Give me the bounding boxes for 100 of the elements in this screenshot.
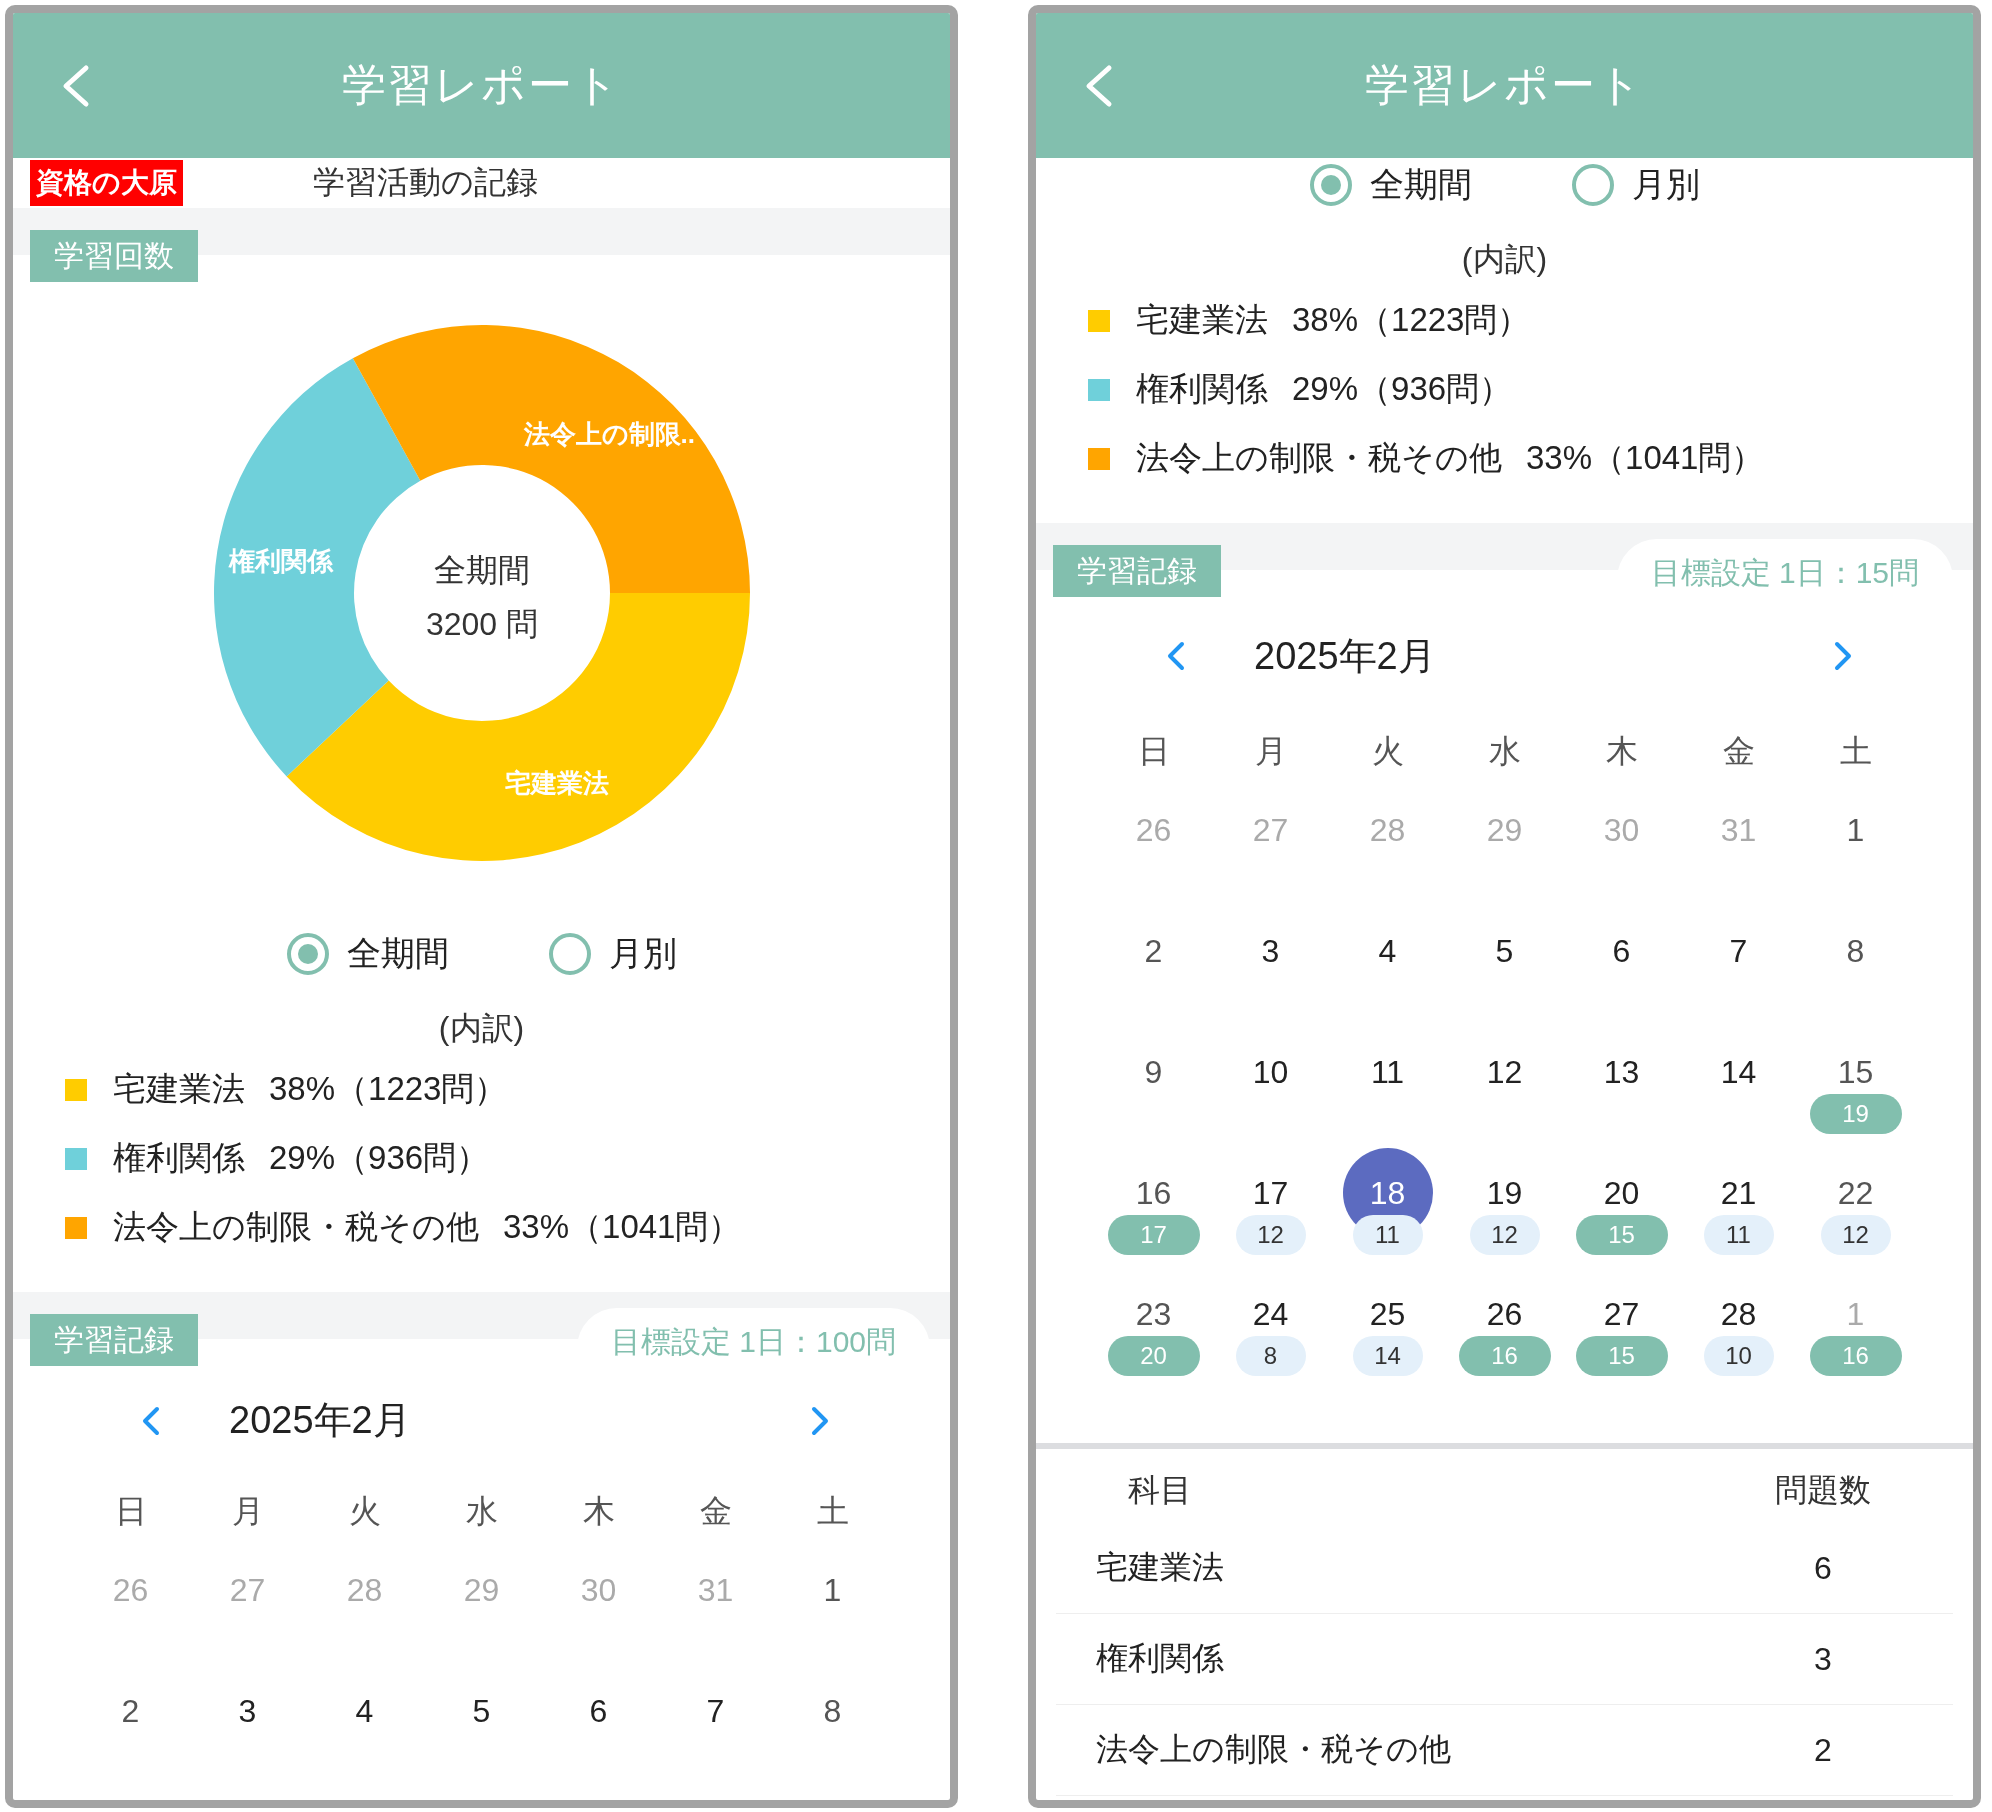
back-icon[interactable] — [1084, 63, 1114, 109]
question-count-badge: 20 — [1107, 1336, 1200, 1376]
question-count-badge: 12 — [1469, 1215, 1540, 1255]
calendar-day[interactable]: 5 — [472, 1691, 491, 1731]
legend-value: 38%（1223問） — [269, 1069, 508, 1109]
calendar-day[interactable]: 27 — [1603, 1294, 1640, 1334]
calendar-day[interactable]: 16 — [1135, 1173, 1172, 1213]
weekday-label: 土 — [1838, 732, 1873, 771]
legend-value: 33%（1041問） — [503, 1207, 742, 1247]
calendar-day[interactable]: 5 — [1495, 931, 1514, 971]
calendar-day[interactable]: 25 — [1369, 1294, 1406, 1334]
period-radio[interactable]: 月別 — [1571, 162, 1700, 208]
weekday-label: 日 — [1136, 732, 1171, 771]
calendar-day[interactable]: 17 — [1252, 1173, 1289, 1213]
count-cell-text: 2 — [1813, 1731, 1833, 1769]
calendar-day[interactable]: 22 — [1837, 1173, 1874, 1213]
section-tag: 学習記録 — [1053, 545, 1221, 597]
calendar-day[interactable]: 13 — [1603, 1052, 1640, 1092]
slice-label: 法令上の制限.. — [523, 418, 695, 449]
legend-name: 宅建業法 — [113, 1069, 245, 1109]
breakdown-label: (内訳) — [1461, 241, 1548, 277]
calendar-day[interactable]: 9 — [1144, 1052, 1163, 1092]
subject-cell-text: 宅建業法 — [1096, 1548, 1224, 1587]
calendar-day[interactable]: 23 — [1135, 1294, 1172, 1334]
question-count-badge: 17 — [1107, 1215, 1200, 1255]
question-count-badge: 12 — [1235, 1215, 1306, 1255]
calendar-day[interactable]: 1 — [1846, 810, 1865, 850]
calendar-day[interactable]: 3 — [238, 1691, 257, 1731]
legend-value: 29%（936問） — [1292, 369, 1513, 409]
center-label: 全期間 — [433, 552, 530, 588]
page-subtitle: 学習活動の記録 — [313, 163, 538, 202]
total-count: 3200 問 — [425, 606, 538, 642]
question-count-badge: 19 — [1809, 1094, 1902, 1134]
calendar-day[interactable]: 28 — [1720, 1294, 1757, 1334]
section-tag: 学習記録 — [30, 1314, 198, 1366]
subject-cell-text: 権利関係 — [1096, 1639, 1224, 1678]
calendar-day[interactable]: 4 — [1378, 931, 1397, 971]
month-label: 2025年2月 — [229, 1398, 412, 1443]
calendar-day[interactable]: 21 — [1720, 1173, 1757, 1213]
calendar-day[interactable]: 11 — [1370, 1052, 1405, 1092]
legend-name: 法令上の制限・税その他 — [113, 1207, 479, 1247]
section-tag: 学習回数 — [30, 230, 198, 282]
brand-logo: 資格の大原 — [30, 160, 183, 206]
calendar-day[interactable]: 20 — [1603, 1173, 1640, 1213]
calendar-day[interactable]: 3 — [1261, 931, 1280, 971]
calendar-day[interactable]: 2 — [121, 1691, 140, 1731]
calendar-day[interactable]: 2 — [1144, 931, 1163, 971]
question-count-badge: 16 — [1458, 1336, 1551, 1376]
back-icon[interactable] — [61, 63, 91, 109]
weekday-label: 金 — [1721, 732, 1756, 771]
month-label: 2025年2月 — [1254, 633, 1437, 679]
count-cell-text: 6 — [1813, 1549, 1833, 1587]
calendar-day[interactable]: 14 — [1720, 1052, 1757, 1092]
period-radio[interactable]: 全期間 — [1309, 162, 1472, 208]
legend-name: 法令上の制限・税その他 — [1136, 438, 1502, 478]
calendar-day[interactable]: 6 — [589, 1691, 608, 1731]
calendar-day[interactable]: 19 — [1486, 1173, 1523, 1213]
calendar-day[interactable]: 1 — [823, 1570, 842, 1610]
question-count-badge: 11 — [1703, 1215, 1774, 1255]
weekday-label: 日 — [113, 1492, 148, 1531]
question-count-badge: 15 — [1575, 1336, 1668, 1376]
legend-name: 権利関係 — [1136, 369, 1268, 409]
slice-label: 宅建業法 — [504, 767, 609, 798]
weekday-label: 金 — [698, 1492, 733, 1531]
weekday-label: 水 — [1487, 732, 1522, 771]
calendar-day[interactable]: 8 — [823, 1691, 842, 1731]
legend-value: 38%（1223問） — [1292, 300, 1531, 340]
weekday-label: 水 — [464, 1492, 499, 1531]
legend-name: 宅建業法 — [1136, 300, 1268, 340]
period-radio[interactable]: 月別 — [548, 931, 677, 977]
calendar-day[interactable]: 6 — [1612, 931, 1631, 971]
calendar-day[interactable]: 24 — [1252, 1294, 1289, 1334]
calendar-day[interactable]: 7 — [706, 1691, 725, 1731]
calendar-day[interactable]: 10 — [1252, 1052, 1289, 1092]
weekday-label: 木 — [581, 1492, 616, 1531]
calendar-day[interactable]: 18 — [1369, 1173, 1406, 1213]
weekday-label: 火 — [1370, 732, 1405, 771]
subject-cell-text: 法令上の制限・税その他 — [1096, 1730, 1451, 1769]
calendar-day[interactable]: 8 — [1846, 931, 1865, 971]
question-count-badge: 15 — [1575, 1215, 1668, 1255]
column-header: 問題数 — [1774, 1471, 1872, 1510]
weekday-label: 木 — [1604, 732, 1639, 771]
calendar-day[interactable]: 12 — [1486, 1052, 1523, 1092]
weekday-label: 月 — [1253, 732, 1288, 771]
weekday-label: 土 — [815, 1492, 850, 1531]
calendar-day[interactable]: 15 — [1837, 1052, 1874, 1092]
column-header: 科目 — [1128, 1471, 1192, 1510]
question-count-badge: 8 — [1235, 1336, 1306, 1376]
question-count-badge: 16 — [1809, 1336, 1902, 1376]
question-count-badge: 11 — [1352, 1215, 1423, 1255]
calendar-day[interactable]: 26 — [1486, 1294, 1523, 1334]
weekday-label: 火 — [347, 1492, 382, 1531]
question-count-badge: 14 — [1352, 1336, 1423, 1376]
calendar-day[interactable]: 7 — [1729, 931, 1748, 971]
screen-title: 学習レポート — [342, 59, 621, 111]
screen-title: 学習レポート — [1365, 59, 1644, 111]
calendar-day[interactable]: 4 — [355, 1691, 374, 1731]
slice-label: 権利関係 — [228, 546, 332, 577]
period-radio[interactable]: 全期間 — [286, 931, 449, 977]
question-count-badge: 12 — [1820, 1215, 1891, 1255]
